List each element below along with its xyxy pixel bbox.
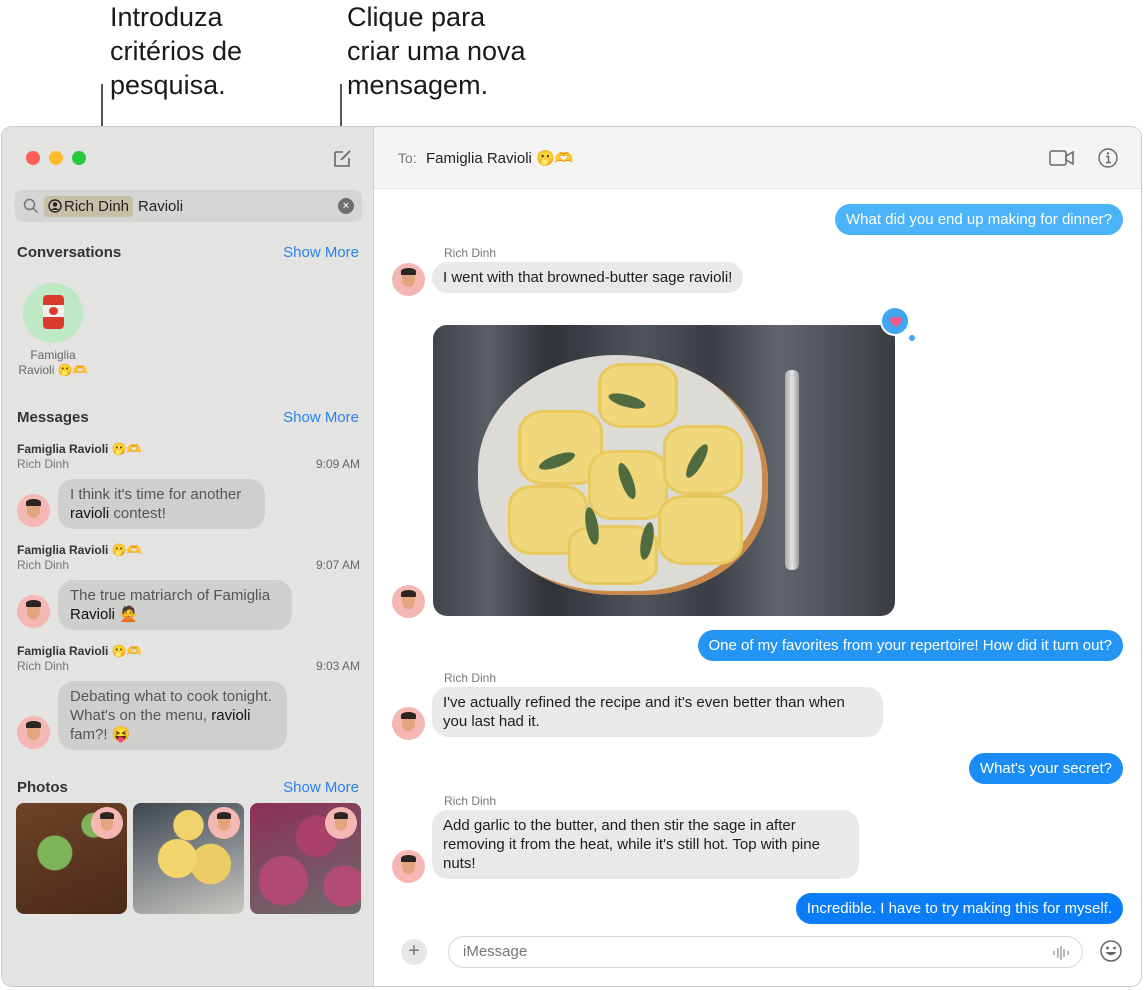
message-result[interactable]: Famiglia Ravioli 🫢🫶 Rich Dinh 9:03 AM De… xyxy=(2,644,374,754)
fork xyxy=(785,370,799,570)
received-message[interactable]: I've actually refined the recipe and it'… xyxy=(432,687,883,737)
conversation-result[interactable]: Famiglia Ravioli 🫢🫶 xyxy=(14,283,92,378)
sender-name: Rich Dinh xyxy=(444,671,497,685)
apps-plus-button[interactable]: + xyxy=(401,939,427,965)
message-input[interactable] xyxy=(463,943,1023,960)
sage-ravioli-photo[interactable] xyxy=(133,803,244,914)
message-result[interactable]: Famiglia Ravioli 🫢🫶 Rich Dinh 9:09 AM I … xyxy=(2,442,374,532)
search-field[interactable]: Rich Dinh Ravioli × xyxy=(15,190,362,222)
avatar xyxy=(91,807,123,839)
avatar xyxy=(17,716,50,749)
person-circle-icon xyxy=(48,199,62,213)
sidebar: Rich Dinh Ravioli × Conversations Show M… xyxy=(2,127,374,986)
sender-name: Rich Dinh xyxy=(444,794,497,808)
photos-heading: Photos xyxy=(17,779,68,796)
heart-icon xyxy=(889,316,903,328)
search-highlight: Ravioli xyxy=(70,606,116,623)
avatar xyxy=(17,595,50,628)
message-result-title: Famiglia Ravioli 🫢🫶 xyxy=(17,442,142,456)
search-highlight: ravioli xyxy=(211,707,251,724)
green-ravioli-photo[interactable] xyxy=(16,803,127,914)
recipient-name[interactable]: Famiglia Ravioli 🫢🫶 xyxy=(426,149,573,167)
sender-name: Rich Dinh xyxy=(444,246,497,260)
search-token-contact[interactable]: Rich Dinh xyxy=(44,195,134,217)
message-result-time: 9:09 AM xyxy=(315,457,360,471)
audio-message-icon[interactable] xyxy=(1052,945,1070,961)
message-result-time: 9:03 AM xyxy=(315,659,360,673)
message-result-sender: Rich Dinh xyxy=(17,457,70,471)
conversations-show-more[interactable]: Show More xyxy=(283,244,359,261)
video-call-icon[interactable] xyxy=(1049,148,1075,168)
avatar xyxy=(325,807,357,839)
message-composer xyxy=(448,936,1083,968)
ravioli xyxy=(658,495,743,565)
search-query-text[interactable]: Ravioli xyxy=(138,198,183,215)
beet-ravioli-photo[interactable] xyxy=(250,803,361,914)
received-message[interactable]: I went with that browned-butter sage rav… xyxy=(432,262,744,293)
photos-show-more[interactable]: Show More xyxy=(283,779,359,796)
message-result-sender: Rich Dinh xyxy=(17,558,70,572)
message-result-title: Famiglia Ravioli 🫢🫶 xyxy=(17,543,142,557)
sent-message[interactable]: What's your secret? xyxy=(968,753,1123,784)
sent-message[interactable]: Incredible. I have to try making this fo… xyxy=(795,893,1123,924)
avatar xyxy=(392,585,425,618)
compose-icon[interactable] xyxy=(332,147,354,169)
group-avatar xyxy=(23,283,83,343)
message-result-time: 9:07 AM xyxy=(315,558,360,572)
messages-heading: Messages xyxy=(17,409,89,426)
to-label: To: xyxy=(398,150,417,166)
conversation-pane: To: Famiglia Ravioli 🫢🫶 What did you end… xyxy=(374,127,1141,986)
photo-results xyxy=(16,803,361,914)
sent-message[interactable]: What did you end up making for dinner? xyxy=(835,204,1123,235)
messages-window: Rich Dinh Ravioli × Conversations Show M… xyxy=(1,126,1142,987)
reaction-tail xyxy=(909,335,915,341)
minimize-window-button[interactable] xyxy=(49,151,63,165)
received-message[interactable]: Add garlic to the butter, and then stir … xyxy=(432,810,859,879)
conversation-name: Famiglia Ravioli 🫢🫶 xyxy=(18,348,88,377)
sent-message[interactable]: One of my favorites from your repertoire… xyxy=(697,630,1123,661)
search-callout: Introduza critérios de pesquisa. xyxy=(110,2,243,100)
message-result-bubble: Debating what to cook tonight. What's on… xyxy=(58,681,287,750)
search-highlight: ravioli xyxy=(70,505,110,522)
avatar xyxy=(392,707,425,740)
clear-search-icon[interactable]: × xyxy=(338,198,354,214)
plate xyxy=(478,355,768,595)
message-result-sender: Rich Dinh xyxy=(17,659,70,673)
ravioli-photo-message[interactable] xyxy=(433,325,895,616)
info-icon[interactable] xyxy=(1097,147,1119,169)
heart-reaction[interactable] xyxy=(880,306,910,336)
zoom-window-button[interactable] xyxy=(72,151,86,165)
search-icon xyxy=(23,198,39,214)
compose-callout: Clique para criar uma nova mensagem. xyxy=(347,2,526,100)
avatar xyxy=(208,807,240,839)
message-result-bubble: I think it's time for another ravioli co… xyxy=(58,479,265,529)
message-result[interactable]: Famiglia Ravioli 🫢🫶 Rich Dinh 9:07 AM Th… xyxy=(2,543,374,633)
avatar xyxy=(392,263,425,296)
avatar xyxy=(17,494,50,527)
messages-show-more[interactable]: Show More xyxy=(283,409,359,426)
close-window-button[interactable] xyxy=(26,151,40,165)
conversation-header: To: Famiglia Ravioli 🫢🫶 xyxy=(374,127,1141,189)
emoji-icon[interactable] xyxy=(1099,939,1123,963)
message-result-bubble: The true matriarch of Famiglia Ravioli 🙅 xyxy=(58,580,292,630)
conversations-heading: Conversations xyxy=(17,244,122,261)
avatar xyxy=(392,850,425,883)
tomato-can-icon xyxy=(43,295,64,329)
message-result-title: Famiglia Ravioli 🫢🫶 xyxy=(17,644,142,658)
